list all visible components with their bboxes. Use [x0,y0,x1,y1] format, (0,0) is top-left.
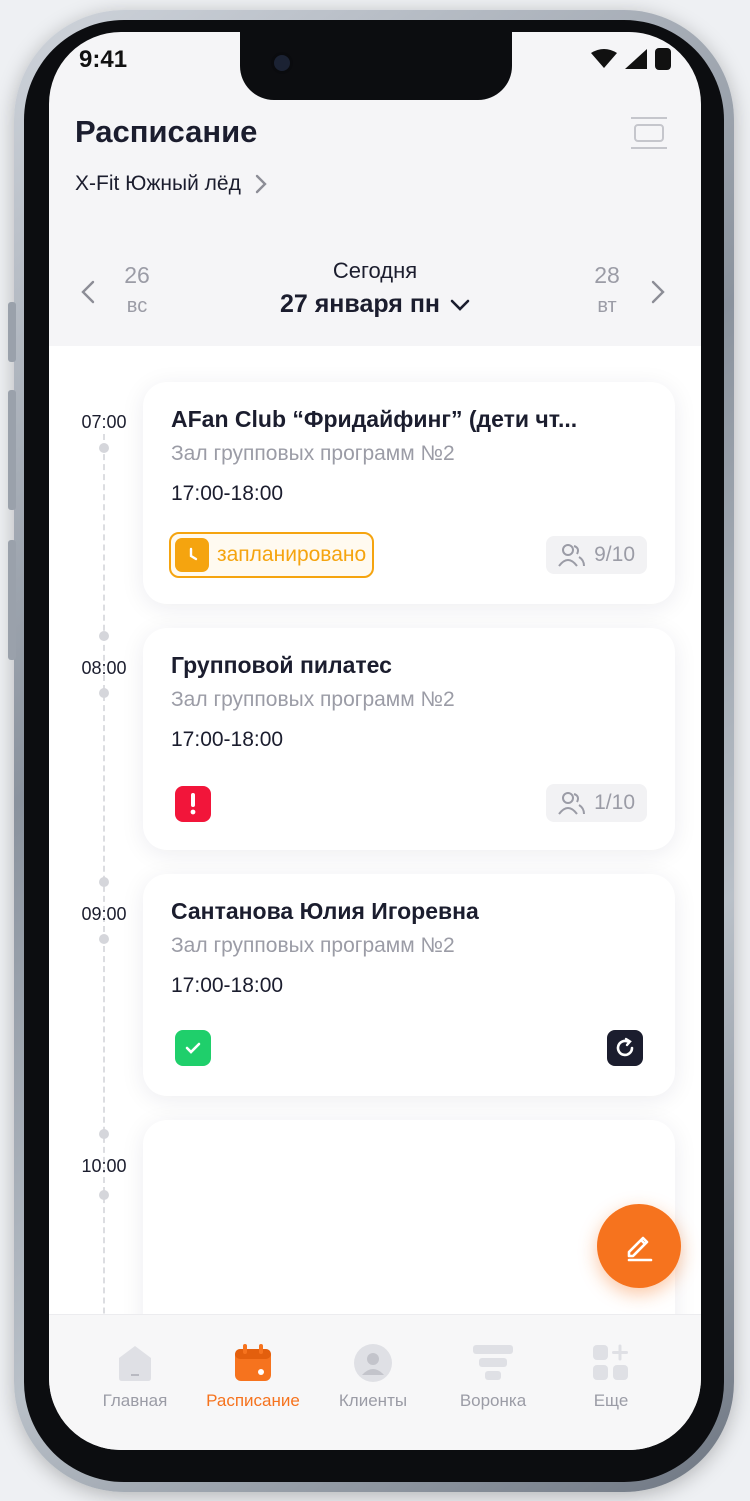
repeat-icon[interactable] [607,1030,643,1066]
club-name: X-Fit Южный лёд [75,172,241,195]
alert-icon [175,786,211,822]
chevron-down-icon [450,299,470,311]
seats-value: 9/10 [594,543,635,566]
timeline-dot [99,443,109,453]
users-icon [558,792,586,815]
next-day[interactable]: 28 вт [585,262,629,318]
current-date-label: 27 января пн [279,290,441,318]
date-picker-toggle[interactable]: 27 января пн [280,290,470,319]
user-icon [354,1344,392,1382]
timeline-time: 07:00 [81,412,127,432]
tab-label: Еще [593,1391,629,1410]
pencil-icon [627,1236,653,1262]
app-screen: 9:41 Расписание X-Fit Южный лёд 26 вс Се… [49,32,701,1450]
users-icon [558,544,586,567]
tab-more[interactable]: Еще [551,1341,671,1411]
check-icon [175,1030,211,1066]
status-time: 9:41 [79,46,128,73]
event-card[interactable]: Сантанова Юлия Игоревна Зал групповых пр… [143,874,675,1096]
view-mode-icon[interactable] [629,114,669,154]
timeline-dot [99,934,109,944]
volume-up-button [8,390,16,510]
chevron-right-icon[interactable] [651,280,665,304]
event-time: 17:00-18:00 [171,728,284,751]
event-card[interactable]: AFan Club “Фридайфинг” (дети чт... Зал г… [143,382,675,604]
date-navigator: 26 вс Сегодня 27 января пн 28 вт [49,242,701,352]
signal-icon [625,49,647,69]
next-day-number: 28 [594,262,620,288]
event-title: AFan Club “Фридайфинг” (дети чт... [171,406,578,432]
seats-counter: 9/10 [546,536,647,574]
tab-label: Воронка [459,1391,527,1410]
volume-down-button [8,540,16,660]
tab-home[interactable]: Главная [75,1341,195,1411]
tab-clients[interactable]: Клиенты [313,1341,433,1411]
timeline-dot [99,1129,109,1139]
tab-funnel[interactable]: Воронка [433,1341,553,1411]
wifi-icon [591,49,617,68]
event-room: Зал групповых программ №2 [171,442,455,465]
home-icon [119,1346,151,1381]
edit-fab-button[interactable] [597,1204,681,1288]
timeline-dot [99,688,109,698]
tab-label: Клиенты [338,1391,408,1410]
funnel-icon [473,1345,513,1380]
timeline-time: 08:00 [81,658,127,678]
seats-counter: 1/10 [546,784,647,822]
event-time: 17:00-18:00 [171,482,284,505]
event-room: Зал групповых программ №2 [171,934,455,957]
timeline-dot [99,631,109,641]
bottom-tab-bar: Главная Расписание Клиенты Воронка Еще [49,1314,701,1450]
timeline-dot [99,877,109,887]
event-card[interactable]: Групповой пилатес Зал групповых программ… [143,628,675,850]
event-room: Зал групповых программ №2 [171,688,455,711]
timeline-time: 10:00 [81,1156,127,1176]
battery-icon [655,48,671,70]
clock-icon [175,538,209,572]
event-time: 17:00-18:00 [171,974,284,997]
timeline-time: 09:00 [81,904,127,924]
event-title: Групповой пилатес [171,652,392,678]
tab-label: Расписание [206,1391,300,1410]
more-grid-icon [593,1344,628,1380]
tab-schedule[interactable]: Расписание [193,1341,313,1411]
seats-value: 1/10 [594,791,635,814]
tab-label: Главная [102,1391,168,1410]
status-badge-planned: запланировано [169,532,375,578]
calendar-icon [235,1344,271,1381]
event-title: Сантанова Юлия Игоревна [171,898,479,924]
page-title: Расписание [75,114,258,149]
timeline-dot [99,1190,109,1200]
status-text: запланировано [217,543,367,566]
chevron-right-icon [255,174,267,194]
club-selector[interactable]: X-Fit Южный лёд [75,172,267,196]
camera [271,52,293,74]
mute-switch [8,302,16,362]
next-day-weekday: вт [597,295,617,317]
schedule-list: 07:00 08:00 09:00 10:00 AFan Club “Фрида… [49,346,701,1434]
